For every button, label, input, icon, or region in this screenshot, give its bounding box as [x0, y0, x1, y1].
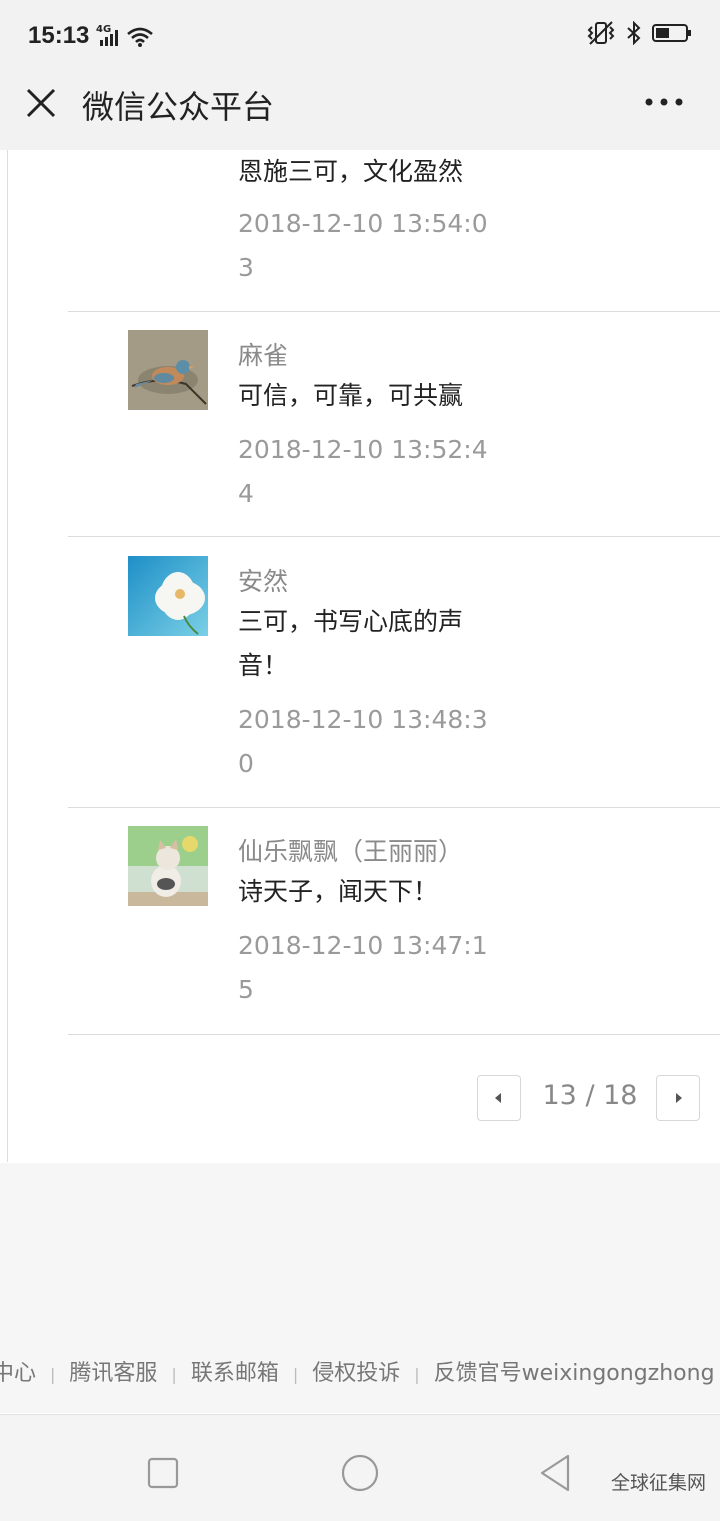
- back-icon[interactable]: [538, 1453, 574, 1493]
- comment-time: 2018-12-10 13:54:03: [238, 209, 488, 282]
- footer-link[interactable]: 中心: [0, 1361, 36, 1386]
- comment-item: 仙乐飘飘（王丽丽） 诗天子，闻天下！ 2018-12-10 13:47:15: [68, 807, 720, 1035]
- comment-text: 三可，书写心底的声音！: [238, 607, 464, 680]
- watermark: 全球征集网: [610, 1472, 706, 1494]
- comment-text: 诗天子，闻天下！: [238, 877, 439, 906]
- comment-author: 安然: [238, 567, 289, 596]
- comment-author: 仙乐飘飘（王丽丽）: [238, 837, 464, 866]
- left-border: [7, 150, 8, 1162]
- prev-page-button[interactable]: [477, 1075, 521, 1121]
- caret-right-icon: [676, 1093, 682, 1103]
- comment-time: 2018-12-10 13:47:15: [238, 931, 488, 1004]
- footer-separator: |: [50, 1365, 56, 1384]
- bluetooth-icon: [627, 21, 641, 45]
- comment-text: 可信，可靠，可共赢: [238, 381, 464, 410]
- vibrate-icon: [587, 21, 615, 45]
- comment-item: 安然 三可，书写心底的声音！ 2018-12-10 13:48:30: [68, 537, 720, 808]
- recent-apps-icon[interactable]: [147, 1457, 181, 1491]
- status-time: 15:13: [28, 22, 90, 49]
- status-bar: 15:13 4G: [0, 0, 720, 74]
- page-indicator: 13 / 18: [542, 1080, 638, 1111]
- signal-icon: [100, 30, 118, 46]
- close-icon[interactable]: [22, 84, 62, 124]
- comment-item: 麻雀 可信，可靠，可共赢 2018-12-10 13:52:44: [68, 311, 720, 537]
- footer-separator: |: [292, 1365, 299, 1384]
- more-options-icon[interactable]: [644, 92, 690, 112]
- page-title: 微信公众平台: [82, 88, 275, 126]
- comment-item: 恩施三可，文化盈然 2018-12-10 13:54:03: [68, 150, 720, 312]
- avatar-flower: [128, 556, 208, 636]
- comment-author: 麻雀: [238, 341, 289, 370]
- footer-link[interactable]: 反馈官号weixingongzhong: [434, 1361, 715, 1386]
- caret-left-icon: [495, 1093, 501, 1103]
- comment-time: 2018-12-10 13:48:30: [238, 705, 488, 778]
- battery-icon: [652, 24, 691, 42]
- home-icon[interactable]: [340, 1453, 380, 1493]
- title-bar: 微信公众平台: [0, 74, 720, 151]
- footer-separator: |: [414, 1365, 420, 1384]
- comment-time: 2018-12-10 13:52:44: [238, 435, 488, 508]
- avatar-bird: [128, 330, 208, 410]
- footer-link[interactable]: 侵权投诉: [312, 1361, 400, 1386]
- footer-link[interactable]: 腾讯客服: [69, 1361, 157, 1386]
- avatar-cat: [128, 826, 208, 906]
- wifi-icon: [127, 27, 153, 47]
- footer-links: 中心 | 腾讯客服 | 联系邮箱 | 侵权投诉 | 反馈官号weixingongzhong: [0, 1355, 715, 1387]
- footer-link[interactable]: 联系邮箱: [191, 1361, 279, 1386]
- footer-separator: |: [171, 1365, 177, 1384]
- comment-text: 恩施三可，文化盈然: [238, 157, 464, 186]
- next-page-button[interactable]: [656, 1075, 700, 1121]
